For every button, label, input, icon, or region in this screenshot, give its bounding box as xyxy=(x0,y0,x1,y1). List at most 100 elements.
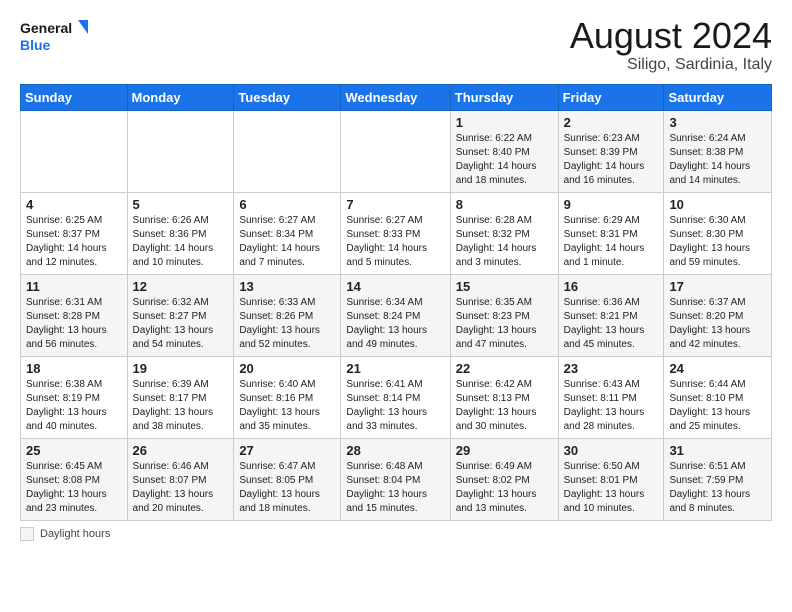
title-block: August 2024 Siligo, Sardinia, Italy xyxy=(570,16,772,74)
location: Siligo, Sardinia, Italy xyxy=(570,56,772,74)
day-info: Sunrise: 6:40 AM Sunset: 8:16 PM Dayligh… xyxy=(239,378,335,434)
calendar-week-row: 11 Sunrise: 6:31 AM Sunset: 8:28 PM Dayli… xyxy=(21,274,772,356)
header: General Blue August 2024 Siligo, Sardini… xyxy=(20,16,772,74)
calendar-cell: 11 Sunrise: 6:31 AM Sunset: 8:28 PM Dayli… xyxy=(21,274,128,356)
weekday-header: Sunday xyxy=(21,84,128,110)
logo: General Blue xyxy=(20,16,90,56)
day-number: 10 xyxy=(669,197,766,212)
day-info: Sunrise: 6:24 AM Sunset: 8:38 PM Dayligh… xyxy=(669,132,766,188)
day-number: 19 xyxy=(133,361,229,376)
day-number: 26 xyxy=(133,443,229,458)
day-info: Sunrise: 6:30 AM Sunset: 8:30 PM Dayligh… xyxy=(669,214,766,270)
day-info: Sunrise: 6:23 AM Sunset: 8:39 PM Dayligh… xyxy=(564,132,659,188)
day-number: 5 xyxy=(133,197,229,212)
day-info: Sunrise: 6:38 AM Sunset: 8:19 PM Dayligh… xyxy=(26,378,122,434)
calendar-cell: 27 Sunrise: 6:47 AM Sunset: 8:05 PM Dayli… xyxy=(234,438,341,520)
weekday-header: Wednesday xyxy=(341,84,450,110)
weekday-header: Monday xyxy=(127,84,234,110)
calendar-cell: 6 Sunrise: 6:27 AM Sunset: 8:34 PM Daylig… xyxy=(234,192,341,274)
day-info: Sunrise: 6:27 AM Sunset: 8:33 PM Dayligh… xyxy=(346,214,444,270)
calendar-cell: 4Sunrise: 6:25 AM Sunset: 8:37 PM Daylig… xyxy=(21,192,128,274)
day-info: Sunrise: 6:44 AM Sunset: 8:10 PM Dayligh… xyxy=(669,378,766,434)
day-info: Sunrise: 6:39 AM Sunset: 8:17 PM Dayligh… xyxy=(133,378,229,434)
day-info: Sunrise: 6:22 AM Sunset: 8:40 PM Dayligh… xyxy=(456,132,553,188)
calendar-cell: 23Sunrise: 6:43 AM Sunset: 8:11 PM Dayli… xyxy=(558,356,664,438)
day-info: Sunrise: 6:47 AM Sunset: 8:05 PM Dayligh… xyxy=(239,460,335,516)
day-number: 21 xyxy=(346,361,444,376)
day-info: Sunrise: 6:41 AM Sunset: 8:14 PM Dayligh… xyxy=(346,378,444,434)
day-number: 14 xyxy=(346,279,444,294)
calendar-cell: 12Sunrise: 6:32 AM Sunset: 8:27 PM Dayli… xyxy=(127,274,234,356)
day-number: 24 xyxy=(669,361,766,376)
calendar-cell: 25Sunrise: 6:45 AM Sunset: 8:08 PM Dayli… xyxy=(21,438,128,520)
logo-svg: General Blue xyxy=(20,16,90,56)
day-number: 22 xyxy=(456,361,553,376)
calendar: SundayMondayTuesdayWednesdayThursdayFrid… xyxy=(20,84,772,521)
calendar-cell: 3 Sunrise: 6:24 AM Sunset: 8:38 PM Daylig… xyxy=(664,110,772,192)
day-info: Sunrise: 6:27 AM Sunset: 8:34 PM Dayligh… xyxy=(239,214,335,270)
legend: Daylight hours xyxy=(20,527,772,541)
calendar-week-row: 4Sunrise: 6:25 AM Sunset: 8:37 PM Daylig… xyxy=(21,192,772,274)
day-number: 18 xyxy=(26,361,122,376)
day-info: Sunrise: 6:34 AM Sunset: 8:24 PM Dayligh… xyxy=(346,296,444,352)
day-number: 17 xyxy=(669,279,766,294)
calendar-cell: 26 Sunrise: 6:46 AM Sunset: 8:07 PM Dayli… xyxy=(127,438,234,520)
day-number: 28 xyxy=(346,443,444,458)
svg-text:General: General xyxy=(20,20,72,36)
day-number: 27 xyxy=(239,443,335,458)
calendar-cell: 14 Sunrise: 6:34 AM Sunset: 8:24 PM Dayli… xyxy=(341,274,450,356)
day-number: 30 xyxy=(564,443,659,458)
calendar-cell: 30 Sunrise: 6:50 AM Sunset: 8:01 PM Dayli… xyxy=(558,438,664,520)
legend-label: Daylight hours xyxy=(40,528,110,540)
calendar-cell: 22Sunrise: 6:42 AM Sunset: 8:13 PM Dayli… xyxy=(450,356,558,438)
day-number: 15 xyxy=(456,279,553,294)
calendar-cell: 18 Sunrise: 6:38 AM Sunset: 8:19 PM Dayli… xyxy=(21,356,128,438)
page: General Blue August 2024 Siligo, Sardini… xyxy=(0,0,792,612)
day-number: 3 xyxy=(669,115,766,130)
calendar-cell: 29Sunrise: 6:49 AM Sunset: 8:02 PM Dayli… xyxy=(450,438,558,520)
calendar-cell: 20 Sunrise: 6:40 AM Sunset: 8:16 PM Dayli… xyxy=(234,356,341,438)
calendar-cell: 17 Sunrise: 6:37 AM Sunset: 8:20 PM Dayli… xyxy=(664,274,772,356)
day-number: 11 xyxy=(26,279,122,294)
calendar-cell: 24 Sunrise: 6:44 AM Sunset: 8:10 PM Dayli… xyxy=(664,356,772,438)
calendar-cell: 21 Sunrise: 6:41 AM Sunset: 8:14 PM Dayli… xyxy=(341,356,450,438)
day-number: 6 xyxy=(239,197,335,212)
calendar-cell: 1 Sunrise: 6:22 AM Sunset: 8:40 PM Daylig… xyxy=(450,110,558,192)
day-info: Sunrise: 6:46 AM Sunset: 8:07 PM Dayligh… xyxy=(133,460,229,516)
weekday-header: Friday xyxy=(558,84,664,110)
calendar-cell: 19 Sunrise: 6:39 AM Sunset: 8:17 PM Dayli… xyxy=(127,356,234,438)
day-info: Sunrise: 6:31 AM Sunset: 8:28 PM Dayligh… xyxy=(26,296,122,352)
day-number: 1 xyxy=(456,115,553,130)
calendar-week-row: 18 Sunrise: 6:38 AM Sunset: 8:19 PM Dayli… xyxy=(21,356,772,438)
day-number: 12 xyxy=(133,279,229,294)
svg-text:Blue: Blue xyxy=(20,37,51,53)
day-info: Sunrise: 6:35 AM Sunset: 8:23 PM Dayligh… xyxy=(456,296,553,352)
day-info: Sunrise: 6:45 AM Sunset: 8:08 PM Dayligh… xyxy=(26,460,122,516)
day-number: 29 xyxy=(456,443,553,458)
calendar-cell: 16Sunrise: 6:36 AM Sunset: 8:21 PM Dayli… xyxy=(558,274,664,356)
legend-box xyxy=(20,527,34,541)
day-info: Sunrise: 6:37 AM Sunset: 8:20 PM Dayligh… xyxy=(669,296,766,352)
calendar-cell: 15 Sunrise: 6:35 AM Sunset: 8:23 PM Dayli… xyxy=(450,274,558,356)
calendar-cell: 8Sunrise: 6:28 AM Sunset: 8:32 PM Daylig… xyxy=(450,192,558,274)
weekday-header-row: SundayMondayTuesdayWednesdayThursdayFrid… xyxy=(21,84,772,110)
day-info: Sunrise: 6:26 AM Sunset: 8:36 PM Dayligh… xyxy=(133,214,229,270)
calendar-cell: 2Sunrise: 6:23 AM Sunset: 8:39 PM Daylig… xyxy=(558,110,664,192)
calendar-cell: 10 Sunrise: 6:30 AM Sunset: 8:30 PM Dayli… xyxy=(664,192,772,274)
day-info: Sunrise: 6:50 AM Sunset: 8:01 PM Dayligh… xyxy=(564,460,659,516)
calendar-week-row: 25Sunrise: 6:45 AM Sunset: 8:08 PM Dayli… xyxy=(21,438,772,520)
weekday-header: Tuesday xyxy=(234,84,341,110)
month-year: August 2024 xyxy=(570,16,772,56)
day-info: Sunrise: 6:33 AM Sunset: 8:26 PM Dayligh… xyxy=(239,296,335,352)
day-number: 9 xyxy=(564,197,659,212)
calendar-cell: 5 Sunrise: 6:26 AM Sunset: 8:36 PM Daylig… xyxy=(127,192,234,274)
day-number: 20 xyxy=(239,361,335,376)
day-info: Sunrise: 6:51 AM Sunset: 7:59 PM Dayligh… xyxy=(669,460,766,516)
day-info: Sunrise: 6:29 AM Sunset: 8:31 PM Dayligh… xyxy=(564,214,659,270)
calendar-cell: 28Sunrise: 6:48 AM Sunset: 8:04 PM Dayli… xyxy=(341,438,450,520)
day-info: Sunrise: 6:28 AM Sunset: 8:32 PM Dayligh… xyxy=(456,214,553,270)
day-number: 23 xyxy=(564,361,659,376)
day-info: Sunrise: 6:36 AM Sunset: 8:21 PM Dayligh… xyxy=(564,296,659,352)
calendar-cell xyxy=(127,110,234,192)
day-number: 7 xyxy=(346,197,444,212)
